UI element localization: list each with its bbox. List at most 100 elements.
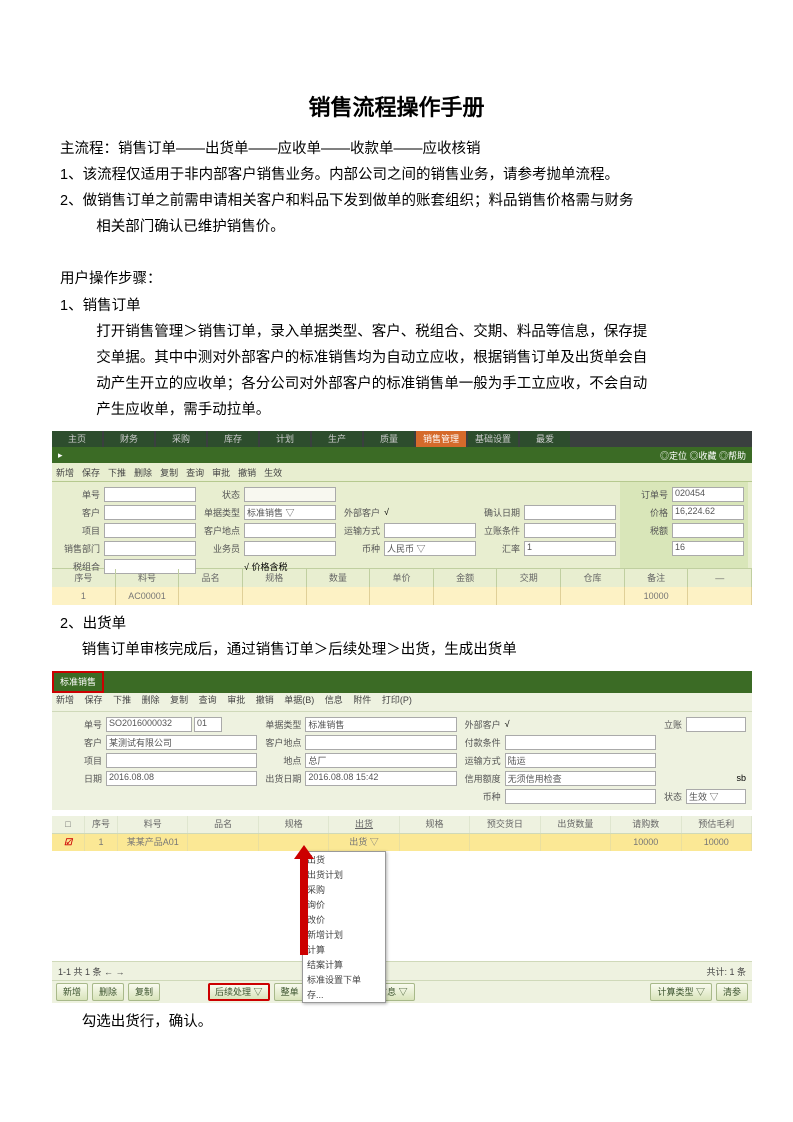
toolbar-btn[interactable]: 撤销 [238, 466, 256, 479]
toolbar-btn[interactable]: 新增 [56, 466, 74, 479]
menu-item-active[interactable]: 销售管理 [416, 431, 466, 447]
project-input[interactable] [106, 753, 257, 768]
grid-row[interactable]: 1 AC00001 10000 [52, 587, 752, 605]
ext-cust-chk[interactable]: √ [505, 719, 510, 729]
toolbar-btn[interactable]: 复制 [170, 695, 188, 705]
followup-dropdown[interactable]: 出货 出货计划 采购 询价 改价 新增计划 计算 结案计算 标准设置下单 存..… [302, 851, 386, 1003]
field-label: 外部客户 [336, 506, 380, 519]
order-no-input[interactable] [104, 487, 196, 502]
cell: 某某产品A01 [118, 834, 188, 851]
toolbar-btn[interactable]: 删除 [142, 695, 160, 705]
delete-button[interactable]: 删除 [92, 983, 124, 1001]
toolbar-btn[interactable]: 下推 [108, 466, 126, 479]
project-input[interactable] [104, 523, 196, 538]
sales-input[interactable] [244, 541, 336, 556]
col-header: 金额 [434, 569, 498, 587]
dropdown-item[interactable]: 询价 [303, 897, 385, 912]
customer-input[interactable] [104, 505, 196, 520]
note-2-line1: 2、做销售订单之前需申请相关客户和料品下发到做单的账套组织；料品销售价格需与财务 [60, 188, 733, 214]
cell: 10000 [625, 587, 689, 605]
toolbar-btn[interactable]: 新增 [56, 695, 74, 705]
dropdown-item[interactable]: 出货 [303, 852, 385, 867]
dropdown-item[interactable]: 计算 [303, 942, 385, 957]
seq-input[interactable]: 01 [194, 717, 222, 732]
ship-input[interactable]: 陆运 [505, 753, 656, 768]
ar-term-input[interactable] [524, 523, 616, 538]
date-input[interactable]: 2016.08.08 [106, 771, 257, 786]
dropdown-item[interactable]: 存... [303, 987, 385, 1002]
toolbar-btn[interactable]: 查询 [186, 466, 204, 479]
toolbar-btn[interactable]: 删除 [134, 466, 152, 479]
menu-item[interactable]: 主页 [52, 431, 102, 447]
clear-button[interactable]: 清参 [716, 983, 748, 1001]
dropdown-item[interactable]: 标准设置下单 [303, 972, 385, 987]
col-header: 料号 [116, 569, 180, 587]
payterm-input[interactable] [505, 735, 656, 750]
currency-input[interactable]: 人民币 ▽ [384, 541, 476, 556]
site-input[interactable]: 总厂 [305, 753, 456, 768]
menu-item[interactable]: 生产 [312, 431, 362, 447]
toolbar-btn[interactable]: 打印(P) [382, 695, 412, 705]
toolbar-btn[interactable]: 查询 [199, 695, 217, 705]
grid-row-selected[interactable]: ☑ 1 某某产品A01 出货 ▽ 10000 10000 [52, 834, 752, 851]
calctype-button[interactable]: 计算类型 ▽ [650, 983, 712, 1001]
ship-input[interactable] [384, 523, 476, 538]
followup-button[interactable]: 后续处理 ▽ [208, 983, 270, 1001]
menu-item[interactable]: 采购 [156, 431, 206, 447]
add-button[interactable]: 新增 [56, 983, 88, 1001]
menu-item[interactable]: 计划 [260, 431, 310, 447]
dropdown-item[interactable]: 新增计划 [303, 927, 385, 942]
col-header: 请购数 [611, 816, 681, 833]
doctype-input[interactable]: 标准销售 [305, 717, 456, 732]
doctype-input[interactable]: 标准销售 ▽ [244, 505, 336, 520]
field-label: 外部客户 [457, 718, 501, 731]
dropdown-item[interactable]: 采购 [303, 882, 385, 897]
dropdown-item[interactable]: 结案计算 [303, 957, 385, 972]
menu-item[interactable]: 财务 [104, 431, 154, 447]
field-label: 税额 [624, 524, 668, 537]
status-input[interactable]: 生效 ▽ [686, 789, 746, 804]
customer-input[interactable]: 某测试有限公司 [106, 735, 257, 750]
confirm-date-input[interactable] [524, 505, 616, 520]
menu-item[interactable]: 最爱 [520, 431, 570, 447]
rate-input[interactable]: 1 [524, 541, 616, 556]
toolbar-btn[interactable]: 单据(B) [284, 695, 314, 705]
col-header: 序号 [52, 569, 116, 587]
ext-cust-chk[interactable]: √ [384, 507, 389, 517]
col-checkbox[interactable]: □ [52, 816, 85, 833]
order-no-input[interactable]: SO2016000032 [106, 717, 192, 732]
wholeorder-button[interactable]: 整单 [274, 983, 306, 1001]
copy-button[interactable]: 复制 [128, 983, 160, 1001]
addr-input[interactable] [305, 735, 456, 750]
row-checkbox[interactable]: ☑ [52, 834, 85, 851]
toolbar-btn[interactable]: 生效 [264, 466, 282, 479]
toolbar-btn[interactable]: 撤销 [256, 695, 274, 705]
cell-ship-dropdown[interactable]: 出货 ▽ [329, 834, 399, 851]
dropdown-item[interactable]: 改价 [303, 912, 385, 927]
menu-item[interactable]: 库存 [208, 431, 258, 447]
toolbar-btn[interactable]: 审批 [212, 466, 230, 479]
menu-item[interactable]: 基础设置 [468, 431, 518, 447]
credit-input[interactable]: 无须信用检查 [505, 771, 656, 786]
dropdown-item[interactable]: 出货计划 [303, 867, 385, 882]
field-label: 地点 [257, 754, 301, 767]
field-label: 立账条件 [476, 524, 520, 537]
toolbar-btn[interactable]: 保存 [85, 695, 103, 705]
addr-input[interactable] [244, 523, 336, 538]
toolbar-btn[interactable]: 下推 [113, 695, 131, 705]
menu-item[interactable]: 质量 [364, 431, 414, 447]
field-label: 状态 [656, 790, 682, 803]
toolbar-btn[interactable]: 审批 [227, 695, 245, 705]
right-tools[interactable]: ◎定位 ◎收藏 ◎帮助 [660, 449, 752, 462]
toolbar-btn[interactable]: 附件 [353, 695, 371, 705]
status-input[interactable] [244, 487, 336, 502]
toolbar-btn[interactable]: 复制 [160, 466, 178, 479]
currency-input[interactable] [505, 789, 656, 804]
toolbar-btn[interactable]: 信息 [325, 695, 343, 705]
toolbar-btn[interactable]: 保存 [82, 466, 100, 479]
ar-input[interactable] [686, 717, 746, 732]
ship-date-input[interactable]: 2016.08.08 15:42 [305, 771, 456, 786]
summary-panel: 订单号020454 价格16,224.62 税额 16 [620, 482, 748, 568]
field-label: 项目 [58, 754, 102, 767]
dept-input[interactable] [104, 541, 196, 556]
